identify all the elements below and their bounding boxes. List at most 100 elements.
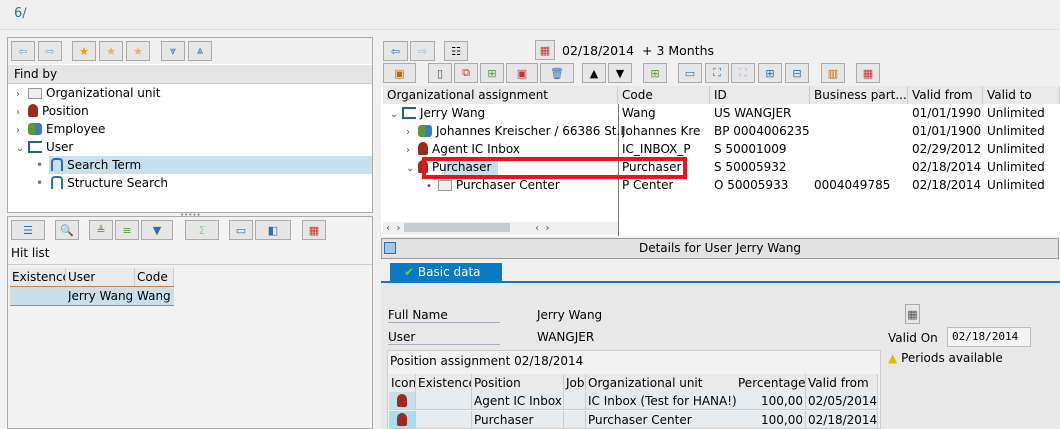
hit-list-title: Hit list <box>11 246 50 260</box>
hit-col-existence[interactable]: Existence <box>10 268 66 286</box>
create-button[interactable]: ▣ <box>383 63 416 83</box>
print-button[interactable]: ▭ <box>229 220 253 240</box>
date-range: 02/18/2014 + 3 Months <box>562 43 715 58</box>
export-button[interactable]: ◧ <box>255 220 291 240</box>
col-valid-from[interactable]: Valid from <box>908 86 983 104</box>
back-button[interactable]: ⇦ <box>383 41 408 61</box>
overview-button[interactable]: ☷ <box>444 41 468 61</box>
user-value: WANGJER <box>537 330 595 344</box>
tree-cell-to: Unlimited <box>987 160 1045 174</box>
hit-col-user[interactable]: User <box>66 268 135 286</box>
columns-button[interactable]: ▥ <box>821 63 845 83</box>
top-toolbar <box>0 0 1060 30</box>
tab-basic-data[interactable]: ✔ Basic data <box>390 263 502 282</box>
pos-col-organizational-unit[interactable]: Organizational unit <box>586 374 737 392</box>
move-up-button[interactable]: ▲ <box>582 63 606 83</box>
back-button[interactable]: ⇦ <box>11 41 35 61</box>
collapse-button[interactable]: ⩓ <box>188 41 212 61</box>
filter-button[interactable]: ▼ <box>141 220 173 240</box>
favorite-button[interactable]: ★ <box>99 41 123 61</box>
valid-on-label: Valid On <box>888 331 938 345</box>
valid-on-input[interactable]: 02/18/2014 <box>947 327 1031 347</box>
delete-favorite-button[interactable]: ★ <box>126 41 150 61</box>
move-down-button[interactable]: ▼ <box>608 63 632 83</box>
position-icon <box>389 411 416 429</box>
sort-desc-button[interactable]: ≡ <box>115 220 139 240</box>
hit-cell-code[interactable]: Wang <box>137 287 171 305</box>
tree-cell-from: 01/01/1900 <box>912 124 982 138</box>
find-button[interactable]: ⛶ <box>705 63 729 83</box>
tree-cell-to: Unlimited <box>987 142 1045 156</box>
tree-row[interactable]: › Johannes Kreischer / 66386 St.I <box>406 122 624 140</box>
copy-button[interactable]: ⧉ <box>454 63 478 83</box>
pos-col-percentage[interactable]: Percentage <box>736 374 806 392</box>
find-button[interactable]: 🔍 <box>55 220 79 240</box>
details-collapse-icon[interactable] <box>384 242 396 254</box>
pos-col-job[interactable]: Job <box>564 374 586 392</box>
col-valid-to[interactable]: Valid to <box>983 86 1060 104</box>
tree-cell-code: IC_INBOX_P <box>622 142 691 156</box>
pos-col-valid-from[interactable]: Valid from <box>806 374 878 392</box>
employee-icon <box>28 123 42 135</box>
expander-icon[interactable]: • <box>426 178 438 196</box>
collapse-node-button[interactable]: ⊟ <box>785 63 809 83</box>
details-button[interactable]: ☰ <box>11 220 45 240</box>
periods-button[interactable]: ▦ <box>905 304 920 324</box>
position-icon <box>389 392 416 410</box>
tree-row[interactable]: ⌄ Jerry Wang <box>390 104 485 122</box>
col-business-partner[interactable]: Business part... <box>810 86 908 104</box>
display-change-icon[interactable]: 6∕ <box>14 6 27 21</box>
period-button[interactable]: ▣ <box>506 63 538 83</box>
tree-cell-to: Unlimited <box>987 178 1045 192</box>
print-button[interactable]: ▭ <box>678 63 702 83</box>
horizontal-scrollbar[interactable]: ‹ › ‹ › <box>383 222 618 235</box>
structure-button[interactable]: ⊞ <box>643 63 667 83</box>
delete-button[interactable]: 🗑 <box>540 63 574 83</box>
tree-item-user[interactable]: ⌄ User <box>16 138 73 156</box>
full-name-label: Full Name <box>388 308 500 323</box>
tree-row[interactable]: › Agent IC Inbox <box>406 140 520 158</box>
add-favorite-button[interactable]: ★ <box>72 41 96 61</box>
assign-button[interactable]: ⊞ <box>480 63 504 83</box>
tree-item-position[interactable]: › Position <box>16 102 89 120</box>
calendar-button[interactable]: ▦ <box>535 40 555 60</box>
details-header: Details for User Jerry Wang <box>381 238 1059 259</box>
sort-asc-button[interactable]: ≜ <box>89 220 113 240</box>
tree-cell-code: Johannes Kre <box>622 124 701 138</box>
col-org-assignment[interactable]: Organizational assignment <box>383 86 618 104</box>
forward-button[interactable]: ⇨ <box>410 41 435 61</box>
expand-button[interactable]: ⩔ <box>161 41 185 61</box>
tree-item-org-unit[interactable]: › Organizational unit <box>16 84 160 102</box>
new-button[interactable]: ▯ <box>428 63 452 83</box>
expander-icon[interactable]: ⌄ <box>406 160 418 178</box>
hit-col-code[interactable]: Code <box>135 268 174 286</box>
pos-cell <box>416 392 472 410</box>
tree-cell-id: US WANGJER <box>714 106 792 120</box>
binoculars-icon <box>51 158 64 171</box>
forward-button[interactable]: ⇨ <box>38 41 62 61</box>
full-name-value: Jerry Wang <box>537 308 603 322</box>
pos-col-position[interactable]: Position <box>472 374 564 392</box>
pos-cell: Agent IC Inbox <box>472 392 564 410</box>
binoculars-icon <box>51 176 64 189</box>
expand-node-button[interactable]: ⊞ <box>758 63 782 83</box>
tree-cell-to: Unlimited <box>987 106 1045 120</box>
find-next-button[interactable]: ⛶ <box>731 63 755 83</box>
tree-item-employee[interactable]: › Employee <box>16 120 105 138</box>
hit-cell-user[interactable]: Jerry Wang <box>68 287 133 305</box>
tree-cell-from: 02/29/2012 <box>912 142 982 156</box>
col-code[interactable]: Code <box>618 86 710 104</box>
tree-item-structure-search[interactable]: • Structure Search <box>36 174 168 192</box>
org-unit-icon <box>438 180 452 191</box>
col-id[interactable]: ID <box>710 86 810 104</box>
pos-col-existence[interactable]: Existence <box>416 374 472 392</box>
layout-button[interactable]: ▦ <box>856 63 880 83</box>
tree-cell-to: Unlimited <box>987 124 1045 138</box>
tree-cell-id: S 50005932 <box>714 160 787 174</box>
sum-button[interactable]: Σ <box>185 220 219 240</box>
pos-col-icon[interactable]: Icon <box>389 374 416 392</box>
tree-item-search-term[interactable]: • Search Term <box>36 156 141 174</box>
pos-cell <box>564 392 586 410</box>
layout-button[interactable]: ▦ <box>302 220 326 240</box>
expander-icon[interactable]: ⌄ <box>390 106 402 124</box>
